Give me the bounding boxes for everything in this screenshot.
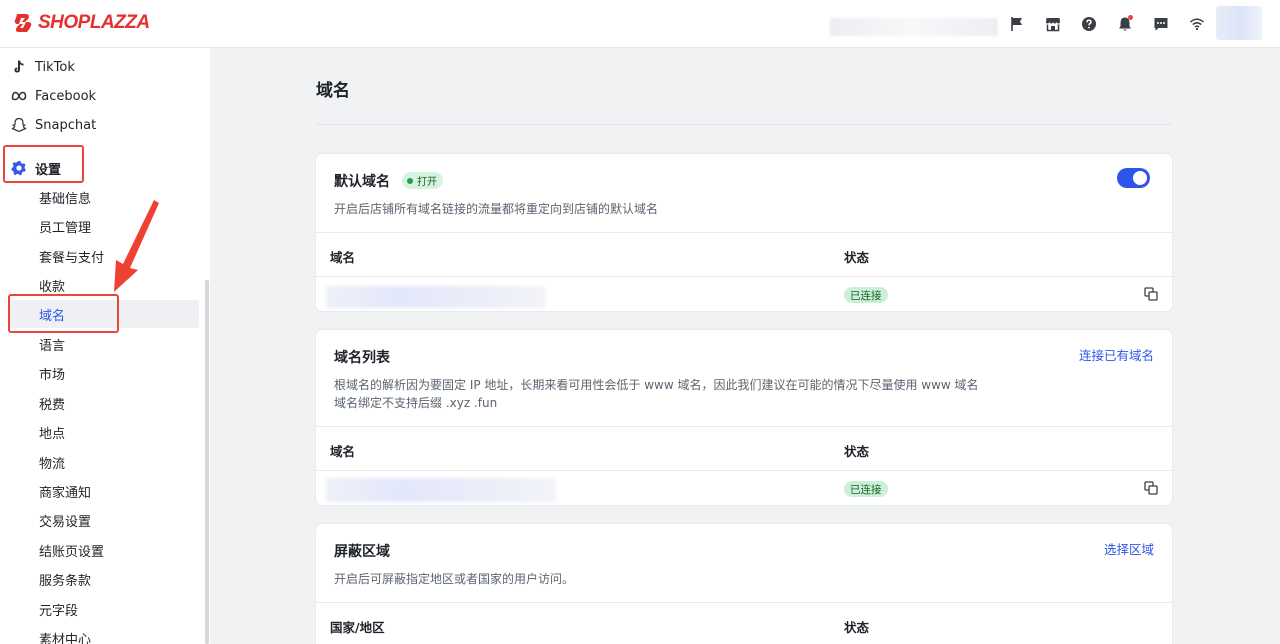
sidebar-sub-item[interactable]: 交易设置 <box>0 506 200 534</box>
connect-domain-link[interactable]: 连接已有域名 <box>1079 345 1154 364</box>
toggle-knob <box>1133 171 1147 185</box>
table-header: 域名 状态 <box>316 426 1172 471</box>
snapchat-icon <box>11 117 27 133</box>
default-domain-toggle[interactable] <box>1117 168 1150 188</box>
card-title: 域名列表 <box>334 350 390 366</box>
sidebar-item-snapchat[interactable]: Snapchat <box>0 111 200 139</box>
blocked-regions-card: 屏蔽区域 选择区域 开启后可屏蔽指定地区或者国家的用户访问。 国家/地区 状态 <box>316 524 1172 644</box>
sidebar-sub-item[interactable]: 税费 <box>0 389 200 417</box>
store-icon[interactable] <box>1042 13 1064 35</box>
meta-icon <box>11 91 27 101</box>
status-badge: 已连接 <box>844 287 888 303</box>
top-icon-bar <box>1006 13 1208 35</box>
sidebar-sub-item[interactable]: 基础信息 <box>0 183 200 211</box>
annotation-arrow <box>114 200 159 292</box>
column-header-status: 状态 <box>844 250 870 265</box>
card-title: 屏蔽区域 <box>334 544 390 560</box>
sidebar-sub-item[interactable]: 地点 <box>0 418 200 446</box>
sidebar-sub-item[interactable]: 语言 <box>0 330 200 358</box>
table-row: 已连接 <box>316 278 1172 311</box>
flag-icon[interactable] <box>1006 13 1028 35</box>
domain-name-blurred <box>326 478 556 502</box>
table-header: 国家/地区 状态 <box>316 602 1172 644</box>
sidebar-sub-item[interactable]: 素材中心 <box>0 624 200 644</box>
sidebar-item-tiktok[interactable]: TikTok <box>0 53 200 81</box>
sidebar-item-facebook[interactable]: Facebook <box>0 82 200 110</box>
domain-list-card: 域名列表 连接已有域名 根域名的解析因为要固定 IP 地址，长期来看可用性会低于… <box>316 330 1172 505</box>
sidebar-sub-item[interactable]: 市场 <box>0 359 200 387</box>
settings-highlight-box <box>3 145 84 183</box>
card-description: 开启后可屏蔽指定地区或者国家的用户访问。 <box>334 572 575 586</box>
shoplazza-logo[interactable]: SHOPLAZZA <box>14 12 150 34</box>
wifi-icon[interactable] <box>1186 13 1208 35</box>
sidebar-sub-item[interactable]: 商家通知 <box>0 477 200 505</box>
sidebar-item-label: Snapchat <box>35 117 97 133</box>
domain-name-blurred <box>326 286 546 308</box>
table-row: 已连接 <box>316 472 1172 505</box>
sidebar-sub-item[interactable]: 员工管理 <box>0 212 200 240</box>
card-description: 开启后店铺所有域名链接的流量都将重定向到店铺的默认域名 <box>334 202 659 216</box>
column-header-region: 国家/地区 <box>330 620 385 635</box>
status-dot <box>407 177 413 184</box>
tiktok-icon <box>14 60 24 73</box>
notification-dot <box>1128 15 1133 20</box>
sidebar: TikTok Facebook Snapchat 设置 基础信息 员工管理 套餐… <box>0 48 210 644</box>
sidebar-item-label: TikTok <box>35 59 75 75</box>
help-icon[interactable] <box>1078 13 1100 35</box>
store-name-blurred <box>830 18 998 36</box>
sidebar-sub-item[interactable]: 套餐与支付 <box>0 242 200 270</box>
card-title: 默认域名 <box>334 174 390 190</box>
top-bar: SHOPLAZZA <box>0 0 1280 48</box>
card-description: 域名绑定不支持后缀 .xyz .fun <box>334 396 498 410</box>
sidebar-scrollbar[interactable] <box>205 280 209 644</box>
message-icon[interactable] <box>1150 13 1172 35</box>
sidebar-sub-item[interactable]: 元字段 <box>0 595 200 623</box>
status-badge: 打开 <box>402 172 443 189</box>
select-region-link[interactable]: 选择区域 <box>1104 539 1154 558</box>
status-badge: 已连接 <box>844 481 888 497</box>
copy-icon[interactable] <box>1144 481 1158 495</box>
sidebar-sub-item[interactable]: 结账页设置 <box>0 536 200 564</box>
sidebar-item-label: Facebook <box>35 88 97 104</box>
domain-highlight-box <box>8 294 119 333</box>
card-description: 根域名的解析因为要固定 IP 地址，长期来看可用性会低于 www 域名，因此我们… <box>334 378 979 392</box>
column-header-status: 状态 <box>844 620 870 635</box>
default-domain-card: 默认域名 打开 开启后店铺所有域名链接的流量都将重定向到店铺的默认域名 域名 状… <box>316 154 1172 311</box>
page-title: 域名 <box>316 81 350 101</box>
table-header: 域名 状态 <box>316 232 1172 277</box>
column-header-domain: 域名 <box>330 250 356 265</box>
divider <box>316 124 1172 125</box>
copy-icon[interactable] <box>1144 287 1158 301</box>
user-avatar[interactable] <box>1216 6 1262 40</box>
column-header-domain: 域名 <box>330 444 356 459</box>
column-header-status: 状态 <box>844 444 870 459</box>
shoplazza-logo-icon <box>14 14 32 32</box>
sidebar-sub-item[interactable]: 服务条款 <box>0 565 200 593</box>
sidebar-sub-item[interactable]: 物流 <box>0 448 200 476</box>
bell-icon[interactable] <box>1114 13 1136 35</box>
brand-name: SHOPLAZZA <box>38 12 150 33</box>
